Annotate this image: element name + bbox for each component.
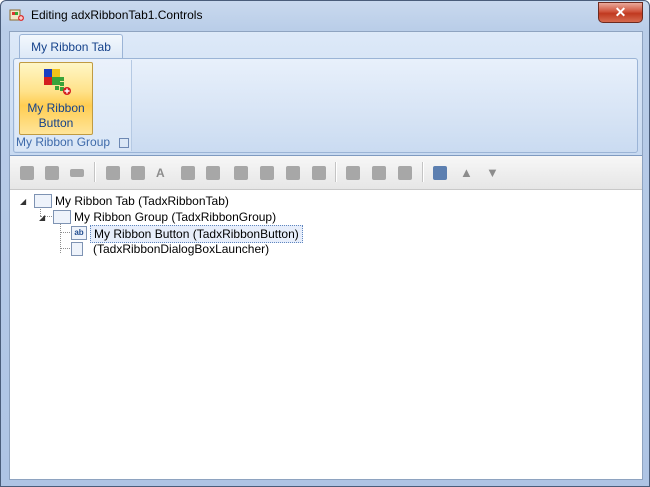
editor-toolbar: A ▲ ▼ xyxy=(10,156,642,190)
ribbon-tab-icon xyxy=(34,194,52,208)
ribbon-group-icon xyxy=(53,210,71,224)
controls-tree: ◢ My Ribbon Tab (TadxRibbonTab) ◢ My Rib… xyxy=(10,190,642,479)
ribbon-button-label-line2: Button xyxy=(38,116,74,130)
add-group-icon[interactable] xyxy=(45,166,59,180)
add-tab-icon[interactable] xyxy=(20,166,34,180)
toolbar-separator xyxy=(94,162,96,182)
ribbon-tab-body: My Ribbon Button My Ribbon Group xyxy=(13,58,638,153)
dialog-launcher-icon[interactable] xyxy=(119,138,129,148)
ribbon-preview: My Ribbon Tab My Ribbon Button My Ribbon… xyxy=(10,32,642,156)
ribbon-group[interactable]: My Ribbon Button My Ribbon Group xyxy=(15,60,132,151)
add-checkbox-icon[interactable] xyxy=(181,166,195,180)
my-ribbon-button[interactable]: My Ribbon Button xyxy=(19,62,93,135)
ribbon-button-label-line1: My Ribbon xyxy=(27,101,85,115)
collapse-icon[interactable]: ◢ xyxy=(39,213,48,222)
add-combobox-icon[interactable] xyxy=(234,166,248,180)
toolbar-separator xyxy=(422,162,424,182)
move-down-icon[interactable]: ▼ xyxy=(486,166,500,180)
delete-icon[interactable] xyxy=(433,166,447,180)
add-menu-icon[interactable] xyxy=(312,166,326,180)
add-splitbutton-icon[interactable] xyxy=(346,166,360,180)
tree-node-label: My Ribbon Group (TadxRibbonGroup) xyxy=(74,210,277,224)
client-area: My Ribbon Tab My Ribbon Button My Ribbon… xyxy=(9,31,643,480)
add-box-icon[interactable] xyxy=(70,169,84,177)
close-button[interactable]: ✕ xyxy=(598,2,643,23)
move-up-icon[interactable]: ▲ xyxy=(460,166,474,180)
toolbar-separator xyxy=(335,162,337,182)
editor-window: Editing adxRibbonTab1.Controls ✕ My Ribb… xyxy=(0,0,650,487)
ribbon-button-icon: ab xyxy=(71,226,87,240)
add-gallery-icon[interactable] xyxy=(286,166,300,180)
dialog-launcher-icon xyxy=(71,242,83,256)
tree-node-label: (TadxRibbonDialogBoxLauncher) xyxy=(93,242,270,256)
add-dialogbox-launcher-icon[interactable] xyxy=(398,166,412,180)
tree-node-label: My Ribbon Tab (TadxRibbonTab) xyxy=(55,194,229,208)
title-bar[interactable]: Editing adxRibbonTab1.Controls ✕ xyxy=(1,1,649,29)
button-grid-icon xyxy=(44,69,71,95)
add-button-icon[interactable] xyxy=(131,166,145,180)
add-dropdown-icon[interactable] xyxy=(260,166,274,180)
window-title: Editing adxRibbonTab1.Controls xyxy=(31,8,203,22)
collapse-icon[interactable]: ◢ xyxy=(20,197,29,206)
add-button-group-icon[interactable] xyxy=(106,166,120,180)
ribbon-button-label: My Ribbon Button xyxy=(20,101,92,131)
app-icon xyxy=(9,9,24,21)
add-editbox-icon[interactable] xyxy=(206,166,220,180)
add-separator-icon[interactable] xyxy=(372,166,386,180)
ribbon-group-label: My Ribbon Group xyxy=(16,135,111,149)
tab-my-ribbon-tab[interactable]: My Ribbon Tab xyxy=(19,34,123,59)
